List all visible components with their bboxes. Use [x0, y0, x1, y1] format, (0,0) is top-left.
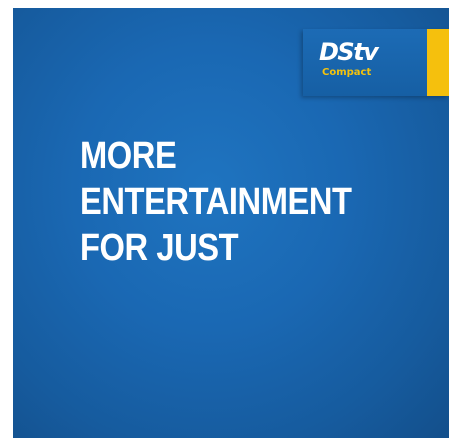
logo-plate: DStv Compact [303, 29, 427, 96]
package-name: Compact [322, 67, 372, 78]
headline-line-1: MORE [80, 135, 177, 177]
yellow-accent-stripe [427, 29, 449, 96]
dstv-compact-logo: DStv Compact [303, 29, 449, 96]
ad-banner[interactable]: DStv Compact MORE ENTERTAINMENT FOR JUST [13, 8, 449, 438]
headline-line-3: FOR JUST [80, 227, 239, 269]
headline: MORE ENTERTAINMENT FOR JUST [80, 133, 352, 271]
headline-line-2: ENTERTAINMENT [80, 181, 352, 223]
brand-wordmark: DStv [319, 38, 379, 66]
